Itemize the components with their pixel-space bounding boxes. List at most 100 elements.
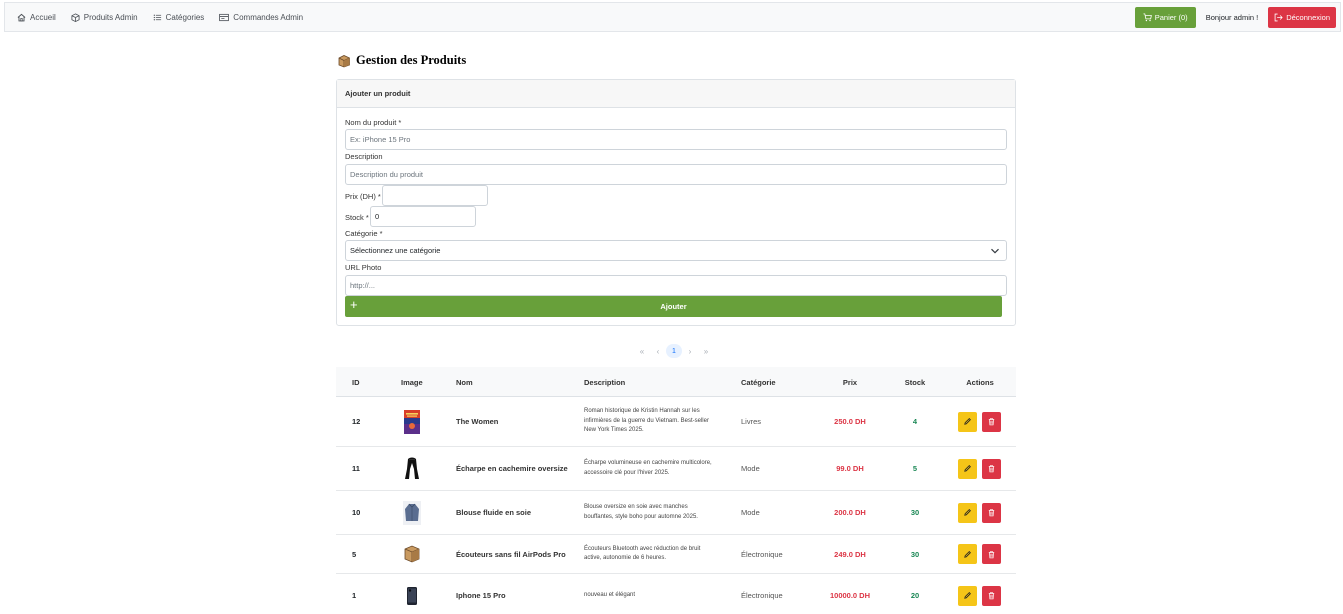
row-id: 1 bbox=[352, 591, 357, 600]
user-greeting: Bonjour admin ! bbox=[1205, 12, 1259, 22]
nav-home-link[interactable]: Accueil bbox=[17, 13, 56, 22]
box-icon bbox=[71, 12, 80, 22]
trash-icon bbox=[988, 509, 995, 517]
pagination: « ‹ 1 › » bbox=[634, 344, 714, 358]
row-name: Écharpe en cachemire oversize bbox=[456, 464, 568, 473]
trash-icon bbox=[988, 465, 995, 473]
pagination-last[interactable]: » bbox=[698, 344, 714, 358]
header-price: Prix bbox=[842, 377, 858, 387]
row-price: 200.0 DH bbox=[834, 508, 866, 517]
row-image bbox=[403, 397, 421, 446]
nav-products-admin-link[interactable]: Produits Admin bbox=[71, 13, 138, 22]
row-category: Électronique bbox=[741, 591, 783, 600]
nav-categories-link[interactable]: Catégories bbox=[153, 13, 204, 22]
cart-button[interactable]: Panier (0) bbox=[1134, 6, 1196, 28]
scarf-icon bbox=[403, 457, 421, 481]
logout-icon bbox=[1274, 13, 1283, 22]
table-row: 5 Écouteurs sans fil AirPods Pro Écouteu… bbox=[336, 535, 1016, 574]
trash-icon bbox=[988, 592, 995, 600]
header-image: Image bbox=[401, 377, 423, 387]
row-description: Blouse oversize en soie avec manches bou… bbox=[584, 504, 698, 520]
plus-icon: + bbox=[350, 297, 358, 312]
nav-orders-admin-label: Commandes Admin bbox=[233, 12, 304, 22]
delete-button[interactable] bbox=[982, 458, 1001, 479]
description-label: Description bbox=[345, 152, 383, 161]
nav-home-label: Accueil bbox=[30, 12, 56, 22]
cart-label: Panier (0) bbox=[1154, 12, 1188, 22]
nav-orders-admin-link[interactable]: Commandes Admin bbox=[219, 13, 303, 22]
row-price: 10000.0 DH bbox=[829, 591, 871, 600]
category-select-value: Sélectionnez une catégorie bbox=[350, 246, 441, 255]
category-label: Catégorie * bbox=[345, 229, 383, 238]
list-icon bbox=[153, 13, 162, 22]
description-input[interactable] bbox=[345, 164, 1007, 185]
nav-user-area: Panier (0) Bonjour admin ! Déconnexion bbox=[1134, 6, 1340, 28]
edit-button[interactable] bbox=[958, 411, 977, 432]
header-stock: Stock bbox=[904, 377, 926, 387]
row-image bbox=[403, 574, 421, 614]
row-stock: 30 bbox=[910, 549, 920, 559]
logout-label: Déconnexion bbox=[1286, 12, 1330, 22]
header-name: Nom bbox=[456, 377, 473, 387]
delete-button[interactable] bbox=[982, 544, 1001, 564]
price-label: Prix (DH) * bbox=[345, 192, 381, 201]
home-icon bbox=[17, 13, 26, 22]
row-category: Électronique bbox=[741, 549, 783, 559]
nav-products-admin-label: Produits Admin bbox=[83, 12, 138, 22]
edit-button[interactable] bbox=[958, 585, 977, 606]
stock-input[interactable] bbox=[370, 206, 476, 227]
edit-button[interactable] bbox=[958, 502, 977, 523]
row-image bbox=[403, 447, 421, 490]
row-name: Iphone 15 Pro bbox=[456, 591, 506, 600]
pagination-page-current[interactable]: 1 bbox=[666, 344, 682, 358]
add-product-button[interactable]: + Ajouter bbox=[345, 296, 1002, 317]
header-id: ID bbox=[352, 377, 360, 387]
header-actions: Actions bbox=[966, 377, 994, 387]
row-id: 5 bbox=[352, 549, 357, 559]
chevron-down-icon bbox=[990, 246, 1000, 256]
row-category: Mode bbox=[741, 508, 760, 517]
edit-button[interactable] bbox=[958, 458, 977, 479]
product-name-input[interactable] bbox=[345, 129, 1007, 150]
logout-button[interactable]: Déconnexion bbox=[1268, 6, 1336, 28]
delete-button[interactable] bbox=[982, 585, 1001, 606]
add-product-header: Ajouter un produit bbox=[337, 80, 1015, 108]
row-id: 10 bbox=[352, 508, 361, 517]
row-name: The Women bbox=[456, 417, 499, 426]
row-actions bbox=[958, 574, 1006, 614]
table-row: 12 The Women Roman historique de Kristin… bbox=[336, 397, 1016, 447]
package-icon bbox=[337, 54, 351, 68]
page-title: Gestion des Produits bbox=[337, 53, 466, 68]
row-stock: 20 bbox=[910, 591, 920, 600]
row-stock: 30 bbox=[910, 508, 920, 517]
row-description: nouveau et élégant bbox=[584, 591, 636, 598]
row-price: 249.0 DH bbox=[834, 549, 866, 559]
box-icon bbox=[403, 542, 421, 566]
header-category: Catégorie bbox=[741, 377, 776, 387]
row-id: 12 bbox=[352, 417, 361, 426]
page-title-text: Gestion des Produits bbox=[356, 53, 467, 67]
photo-url-input[interactable] bbox=[345, 275, 1007, 296]
category-select[interactable]: Sélectionnez une catégorie bbox=[345, 240, 1007, 261]
delete-button[interactable] bbox=[982, 411, 1001, 432]
row-image bbox=[403, 491, 421, 534]
row-description: Roman historique de Kristin Hannah sur l… bbox=[584, 408, 709, 434]
price-input[interactable] bbox=[382, 185, 488, 206]
pagination-prev[interactable]: ‹ bbox=[650, 344, 666, 358]
navbar: Accueil Produits Admin Catégories Comman… bbox=[4, 2, 1341, 32]
row-actions bbox=[958, 491, 1006, 534]
row-id: 11 bbox=[352, 464, 360, 473]
pagination-first[interactable]: « bbox=[634, 344, 650, 358]
table-row: 1 Iphone 15 Pro nouveau et élégant Élect… bbox=[336, 574, 1016, 614]
row-category: Mode bbox=[741, 464, 760, 473]
row-description: Écharpe volumineuse en cachemire multico… bbox=[584, 460, 712, 476]
delete-button[interactable] bbox=[982, 502, 1001, 523]
pagination-next[interactable]: › bbox=[682, 344, 698, 358]
products-table: ID Image Nom Description Catégorie Prix … bbox=[336, 367, 1016, 614]
row-actions bbox=[958, 397, 1006, 446]
row-actions bbox=[958, 447, 1006, 490]
row-stock: 5 bbox=[912, 464, 918, 473]
edit-button[interactable] bbox=[958, 544, 977, 564]
photo-url-label: URL Photo bbox=[345, 263, 382, 272]
blouse-icon bbox=[403, 500, 421, 525]
